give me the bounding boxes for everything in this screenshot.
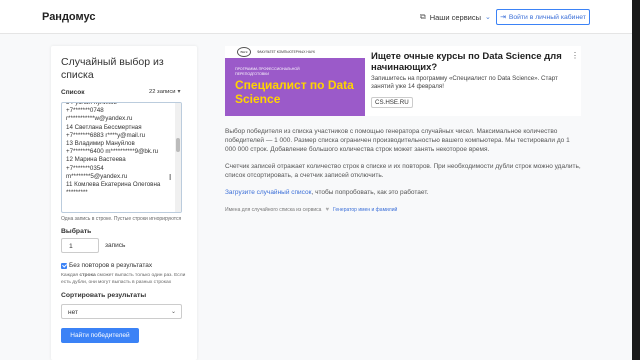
list-line: +7*******0354 — [66, 164, 104, 172]
find-winners-button[interactable]: Найти победителей — [61, 328, 139, 343]
names-label: Имена для случайного списка из сервиса — [225, 207, 322, 213]
no-repeat-label[interactable]: Без повторов в результатах — [69, 262, 152, 269]
list-line: 12 Марина Вастеева — [66, 156, 126, 164]
ad-big-text: Специалист по Data Science — [235, 78, 354, 106]
window-edge — [632, 0, 640, 360]
more-options-icon[interactable]: ⋮ — [571, 51, 579, 60]
quantity-unit: запись — [105, 242, 126, 249]
chevron-down-icon: ▾ — [177, 89, 181, 95]
login-label: Войти в личный кабинет — [508, 13, 586, 21]
heart-icon: ♥ — [325, 207, 329, 213]
list-line: m********5@yandex.ru — [66, 172, 128, 180]
ad-description: Запишитесь на программу «Специалист по D… — [371, 75, 558, 90]
sort-value: нет — [68, 309, 78, 316]
ad-banner[interactable]: ВШЭ ФАКУЛЬТЕТ КОМПЬЮТЕРНЫХ НАУК ПРОГРАММ… — [225, 46, 581, 116]
list-line: +7*******6883 r****y@mail.ru — [66, 131, 146, 139]
info-paragraph-2: Счетчик записей отражает количество стро… — [225, 163, 581, 179]
info-paragraph-1: Выбор победителя из списка участников с … — [225, 128, 570, 153]
login-button[interactable]: ⇥ Войти в личный кабинет — [496, 9, 590, 25]
list-line: r***********w@yandex.ru — [66, 115, 133, 123]
services-label: Наши сервисы — [429, 12, 482, 22]
sort-select[interactable]: нет ⌄ — [61, 304, 182, 319]
list-line: ********* — [66, 189, 88, 197]
choose-label: Выбрать — [61, 228, 92, 235]
form-title: Случайный выбор из списка — [61, 56, 164, 81]
page: Рандомус ⧉ Наши сервисы ⌄ ⇥ Войти в личн… — [0, 0, 632, 360]
load-random-list-link[interactable]: Загрузите случайный список — [225, 189, 311, 196]
text-cursor-icon: I — [169, 173, 172, 182]
picker-form: Случайный выбор из списка Список 22 запи… — [51, 46, 197, 360]
site-logo[interactable]: Рандомус — [42, 11, 95, 23]
info-p3-rest: , чтобы попробовать, как это работает. — [311, 189, 429, 196]
ad-url[interactable]: CS.HSE.RU — [371, 97, 413, 108]
services-menu[interactable]: ⧉ Наши сервисы ⌄ — [420, 12, 491, 22]
list-line: 14 Светлана Бессмертная — [66, 123, 142, 131]
sort-label: Сортировать результаты — [61, 292, 147, 299]
list-hint: Одна запись в строке. Пустые строки игно… — [61, 216, 182, 222]
textarea-scrollbar[interactable] — [175, 103, 181, 212]
quantity-input[interactable]: 1 — [61, 238, 99, 253]
ad-program: ПРОГРАММА ПРОФЕССИОНАЛЬНОЙ ПЕРЕПОДГОТОВК… — [235, 67, 300, 76]
hint-bold: строка — [79, 273, 96, 278]
list-label: Список — [61, 89, 85, 96]
ad-image[interactable]: ВШЭ ФАКУЛЬТЕТ КОМПЬЮТЕРНЫХ НАУК ПРОГРАММ… — [225, 46, 365, 116]
chevron-down-icon: ⌄ — [485, 14, 491, 21]
login-icon: ⇥ — [500, 14, 506, 21]
names-source: Имена для случайного списка из сервиса ♥… — [225, 207, 397, 213]
name-generator-link[interactable]: Генератор имен и фамилий — [333, 207, 397, 213]
list-count-label: 22 записи — [149, 89, 176, 95]
list-line: +7*******0748 — [66, 107, 104, 115]
list-count-dropdown[interactable]: 22 записи ▾ — [149, 89, 180, 95]
hint-part-1: Каждая — [61, 273, 79, 278]
info-paragraph-3: Загрузите случайный список, чтобы попроб… — [225, 189, 428, 196]
list-line: 13 Владимир Мануйлов — [66, 140, 135, 148]
list-line: 11 Комлева Екатерина Олеговна — [66, 181, 161, 189]
no-repeat-hint: Каждая строка сможет выпасть только один… — [61, 272, 195, 286]
ad-faculty: ФАКУЛЬТЕТ КОМПЬЮТЕРНЫХ НАУК — [257, 50, 315, 54]
ad-title[interactable]: Ищете очные курсы по Data Science для на… — [371, 51, 571, 73]
list-textarea[interactable]: 5 Руслан Куликов +7*******0748 r**********… — [61, 102, 182, 213]
scrollbar-thumb[interactable] — [176, 138, 180, 152]
list-line: +7*******6400 m**********9@bk.ru — [66, 148, 159, 156]
services-icon: ⧉ — [420, 12, 426, 21]
hse-logo: ВШЭ — [237, 47, 251, 57]
chevron-down-icon: ⌄ — [170, 309, 176, 315]
no-repeat-checkbox[interactable] — [61, 263, 67, 269]
list-lines: 5 Руслан Куликов +7*******0748 r**********… — [66, 103, 172, 197]
header: Рандомус ⧉ Наши сервисы ⌄ ⇥ Войти в личн… — [0, 0, 632, 34]
